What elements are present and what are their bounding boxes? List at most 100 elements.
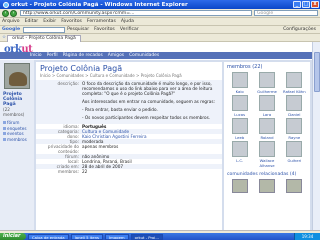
start-button[interactable]: iniciar xyxy=(0,233,26,240)
avatar xyxy=(258,118,275,134)
nav-perfil[interactable]: Perfil xyxy=(47,53,58,58)
avatar xyxy=(231,95,248,111)
members-panel: membros (22) Kaio Guilherme Rafael Köhn … xyxy=(224,62,310,230)
member-name: Kaio xyxy=(235,89,244,94)
related-community-image[interactable] xyxy=(231,179,248,193)
menu-bar: Arquivo Editar Exibir Favoritos Ferramen… xyxy=(0,18,320,26)
avatar xyxy=(286,141,303,157)
description-text: O foco da descrição da comunidade é muit… xyxy=(82,81,219,123)
back-button[interactable]: ‹ xyxy=(2,9,9,17)
members-grid: Kaio Guilherme Rafael Köhn Lucas Lara Da… xyxy=(224,72,310,168)
menu-ajuda[interactable]: Ajuda xyxy=(121,19,134,24)
members-icon xyxy=(3,137,6,141)
member-name: Lucas xyxy=(234,112,246,117)
orkut-page: orkut Início Perfil Página de recados Am… xyxy=(0,42,312,230)
member-name: Guiheri xyxy=(287,158,302,163)
related-communities-title[interactable]: comunidades relacionadas (4) xyxy=(224,168,310,179)
member-card[interactable]: Guilherme xyxy=(254,72,279,94)
member-card[interactable]: Wallace Alhanse xyxy=(254,141,279,168)
member-card[interactable]: Kaio xyxy=(227,72,252,94)
member-card[interactable]: Rayne xyxy=(282,118,307,140)
nav-comunidades[interactable]: Comunidades xyxy=(129,53,159,58)
nav-recados[interactable]: Página de recados xyxy=(63,53,103,58)
address-bar-row: ‹ › http://www.orkut.com/Community.aspx?… xyxy=(0,9,320,18)
tab-orkut[interactable]: orkut - Projeto Colônia Pagã xyxy=(7,34,81,42)
related-communities-grid xyxy=(224,179,310,193)
member-card[interactable]: Leeb xyxy=(227,118,252,140)
description-row: descrição: O foco da descrição da comuni… xyxy=(36,80,222,124)
member-card[interactable]: Lara xyxy=(254,95,279,117)
avatar xyxy=(286,95,303,111)
member-card[interactable]: Roland xyxy=(254,118,279,140)
community-image[interactable] xyxy=(4,63,30,89)
description-paragraph: Aos interessados em entrar na comunidade… xyxy=(82,99,215,104)
menu-favoritos[interactable]: Favoritos xyxy=(61,19,82,24)
community-name[interactable]: Projeto Colônia Pagã xyxy=(0,92,34,107)
sidebar-link-members[interactable]: membros xyxy=(0,137,34,143)
member-name: Rayne xyxy=(288,135,301,140)
google-check-button[interactable]: Verificar xyxy=(120,27,139,32)
favorites-star-icon[interactable]: ☆ xyxy=(2,35,6,40)
member-name: Wallace Alhanse xyxy=(259,158,275,168)
nav-amigos[interactable]: Amigos xyxy=(108,53,124,58)
taskbar-item[interactable]: Imagem xyxy=(105,233,129,240)
members-title[interactable]: membros (22) xyxy=(224,62,310,72)
google-toolbar-label: Google xyxy=(2,27,21,32)
maximize-button[interactable]: □ xyxy=(302,1,310,8)
description-paragraph: - Para entrar, basta enviar o pedido. xyxy=(82,107,158,112)
address-input[interactable]: http://www.orkut.com/Community.aspx?cmm=… xyxy=(20,10,252,16)
member-name: Roland xyxy=(260,135,274,140)
description-label: descrição: xyxy=(57,81,79,86)
detail-value: 22 xyxy=(82,169,88,174)
avatar xyxy=(231,141,248,157)
taskbar-item[interactable]: Janeli 5 itens xyxy=(70,233,104,240)
avatar xyxy=(258,72,275,88)
sidebar-link-label: membros xyxy=(7,136,27,142)
related-community-image[interactable] xyxy=(258,179,275,193)
taskbar-item[interactable]: orkut - Proj... xyxy=(130,233,163,240)
google-toolbar: Google Pesquisar Favoritos Verificar Con… xyxy=(0,26,320,34)
avatar xyxy=(286,72,303,88)
avatar xyxy=(258,95,275,111)
member-card[interactable]: Guiheri xyxy=(282,141,307,168)
avatar xyxy=(231,72,248,88)
page-title: Projeto Colônia Pagã xyxy=(40,64,123,73)
member-name: Guilherme xyxy=(257,89,277,94)
member-card[interactable]: Daniel xyxy=(282,95,307,117)
related-community-image[interactable] xyxy=(286,179,303,193)
minimize-button[interactable]: _ xyxy=(293,1,301,8)
community-members-count: (22 membros) xyxy=(3,107,25,117)
community-sidebar: Projeto Colônia Pagã (22 membros) fórum … xyxy=(0,60,34,230)
menu-editar[interactable]: Editar xyxy=(25,19,39,24)
taskbar: iniciar Caixa de entrada Janeli 5 itens … xyxy=(0,233,320,240)
google-search-input[interactable] xyxy=(23,26,66,33)
description-paragraph: - Os novos participantes devem respeitar… xyxy=(82,115,211,120)
forum-icon xyxy=(3,121,6,125)
breadcrumb[interactable]: Início > Comunidades > Cultura e Comunid… xyxy=(36,73,222,80)
vertical-scrollbar[interactable] xyxy=(312,42,320,230)
taskbar-item[interactable]: Caixa de entrada xyxy=(28,233,69,240)
internet-explorer-icon xyxy=(3,1,9,8)
google-bookmarks-button[interactable]: Favoritos xyxy=(94,27,115,32)
member-name: Rafael Köhn xyxy=(283,89,306,94)
forward-button[interactable]: › xyxy=(10,9,17,17)
search-input[interactable]: Google xyxy=(254,10,318,16)
member-name: Daniel xyxy=(288,112,301,117)
member-card[interactable]: Rafael Köhn xyxy=(282,72,307,94)
member-card[interactable]: Lucas xyxy=(227,95,252,117)
google-search-button[interactable]: Pesquisar xyxy=(67,27,89,32)
menu-arquivo[interactable]: Arquivo xyxy=(2,19,20,24)
event-icon xyxy=(3,132,6,136)
community-main: Projeto Colônia Pagã Início > Comunidade… xyxy=(36,62,222,230)
avatar xyxy=(286,118,303,134)
nav-inicio[interactable]: Início xyxy=(30,53,42,58)
member-name: Leeb xyxy=(235,135,245,140)
menu-ferramentas[interactable]: Ferramentas xyxy=(87,19,116,24)
description-paragraph: O foco da descrição da comunidade é muit… xyxy=(82,81,213,96)
menu-exibir[interactable]: Exibir xyxy=(43,19,56,24)
scrollbar-thumb[interactable] xyxy=(314,52,320,92)
close-button[interactable]: x xyxy=(311,1,319,8)
google-settings-button[interactable]: Configurações xyxy=(283,27,316,32)
poll-icon xyxy=(3,126,6,130)
member-card[interactable]: L.C. xyxy=(227,141,252,168)
